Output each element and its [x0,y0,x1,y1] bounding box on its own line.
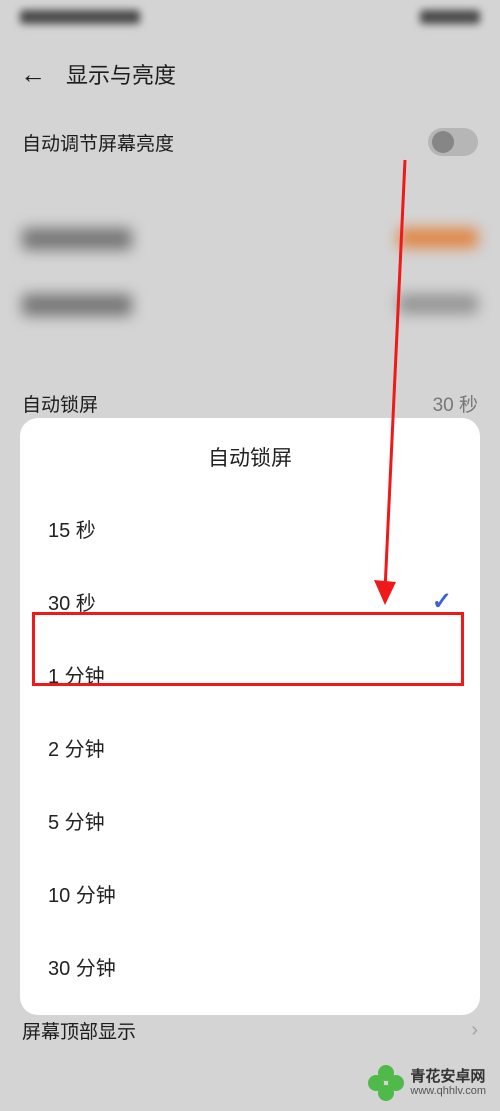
lock-option-label: 15 秒 [48,514,96,543]
lock-option-label: 2 分钟 [48,733,105,762]
lock-option-label: 30 分钟 [48,952,116,981]
lock-option-label: 10 分钟 [48,879,116,908]
lock-option[interactable]: 5 分钟 [20,784,480,857]
watermark-url: www.qhhlv.com [410,1085,486,1097]
lock-option[interactable]: 30 分钟 [20,930,480,1003]
lock-option[interactable]: 2 分钟 [20,711,480,784]
watermark-title: 青花安卓网 [410,1069,486,1086]
watermark-logo-icon [368,1065,404,1101]
lock-option-label: 5 分钟 [48,806,105,835]
lock-option[interactable]: 10 分钟 [20,857,480,930]
annotation-highlight [32,612,464,686]
watermark: 青花安卓网 www.qhhlv.com [368,1065,486,1101]
annotation-arrow [350,150,440,620]
